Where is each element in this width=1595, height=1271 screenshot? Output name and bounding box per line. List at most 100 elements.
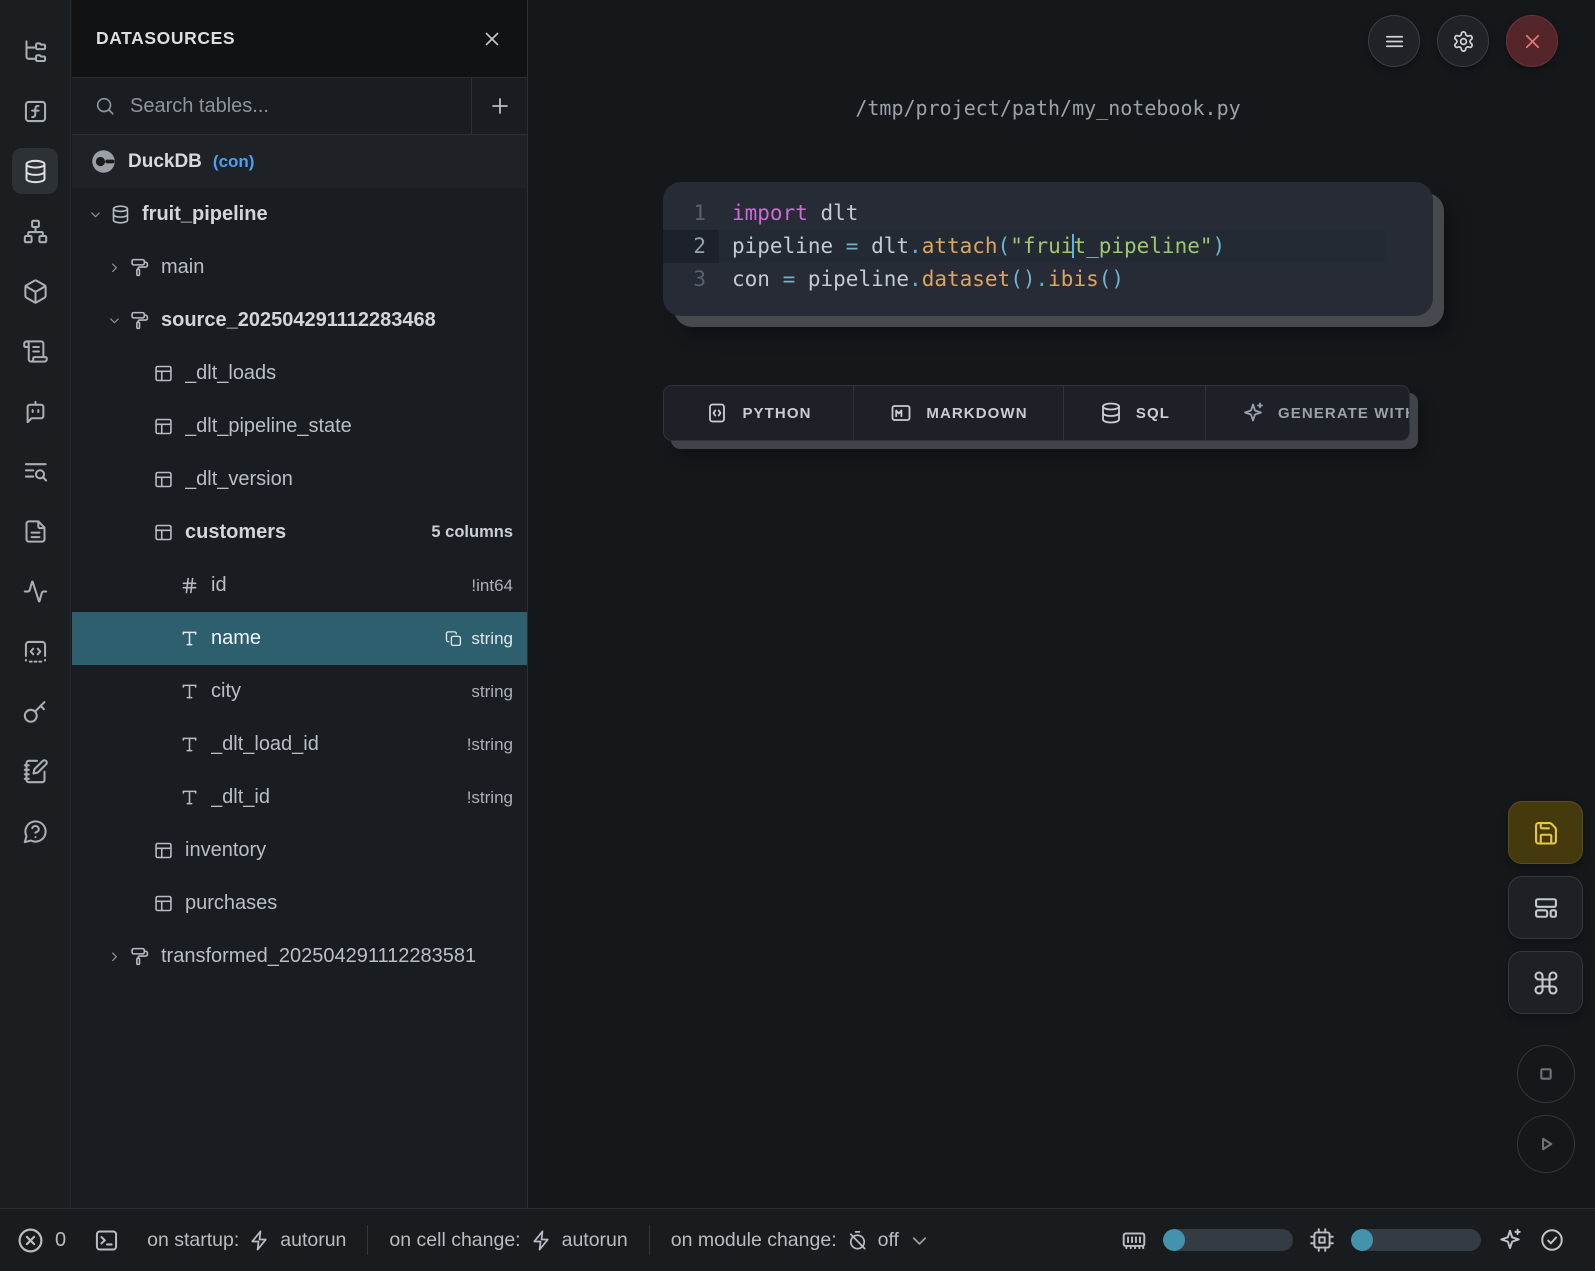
cpu-usage-meter[interactable] — [1351, 1229, 1481, 1251]
add-datasource-button[interactable] — [471, 78, 527, 134]
close-panel-icon[interactable] — [481, 28, 503, 50]
tree-item-type: string — [471, 629, 513, 649]
rail-item-file-tree[interactable] — [12, 28, 58, 74]
tree-item-id[interactable]: id!int64 — [72, 559, 527, 612]
rail-item-code-scratchpad[interactable] — [12, 628, 58, 674]
tree-item-type: !string — [467, 735, 513, 755]
add-cell-buttons: PYTHONMARKDOWNSQLGENERATE WITH AI — [663, 385, 1410, 441]
setting-value: autorun — [280, 1229, 346, 1252]
tree-item-city[interactable]: citystring — [72, 665, 527, 718]
panel-title: DATASOURCES — [96, 28, 235, 49]
code-line: 2pipeline = dlt.attach("fruit_pipeline") — [663, 230, 1433, 263]
rail-item-notebook-pen[interactable] — [12, 748, 58, 794]
scroll-text-icon — [22, 338, 49, 365]
function-square-icon — [22, 98, 49, 125]
key-icon — [22, 698, 49, 725]
check-circle-icon — [1539, 1227, 1565, 1253]
rail-item-help-chat[interactable] — [12, 808, 58, 854]
rail-item-activity[interactable] — [12, 568, 58, 614]
memory-usage-meter[interactable] — [1163, 1229, 1293, 1251]
type-t-icon — [179, 681, 200, 702]
setting-label: on cell change: — [389, 1229, 520, 1252]
run-button[interactable] — [1517, 1115, 1575, 1173]
rail-item-network[interactable] — [12, 208, 58, 254]
tree-item-label: transformed_202504291112283581 — [161, 945, 513, 968]
database-icon — [110, 204, 131, 225]
layout-panels-icon — [1532, 894, 1560, 922]
command-palette-button[interactable] — [1508, 951, 1583, 1014]
menu-button[interactable] — [1368, 15, 1420, 67]
rail-item-key[interactable] — [12, 688, 58, 734]
runtime-setting-1[interactable]: on startup:autorun — [147, 1229, 346, 1252]
tree-item-_dlt_loads[interactable]: _dlt_loads — [72, 347, 527, 400]
tree-item-_dlt_version[interactable]: _dlt_version — [72, 453, 527, 506]
tree-item-label: source_202504291112283468 — [161, 309, 513, 332]
sparkles-icon — [1497, 1227, 1523, 1253]
app-window: DATASOURCES DuckDB (con) fruit_pipelinem… — [0, 0, 1595, 1271]
rail-item-package-box[interactable] — [12, 268, 58, 314]
chevron-right-icon — [106, 260, 122, 275]
tree-item-label: customers — [185, 521, 431, 544]
code-content: pipeline = dlt.attach("fruit_pipeline") — [719, 230, 1387, 263]
play-triangle-icon — [1532, 1130, 1560, 1158]
tree-item-_dlt_load_id[interactable]: _dlt_load_id!string — [72, 718, 527, 771]
tree-item-_dlt_id[interactable]: _dlt_id!string — [72, 771, 527, 824]
tree-item-name[interactable]: name string — [72, 612, 527, 665]
layout-button[interactable] — [1508, 876, 1583, 939]
tree-item-label: id — [211, 574, 471, 597]
save-icon — [1532, 819, 1560, 847]
bot-chat-icon — [22, 398, 49, 425]
zap-icon — [248, 1229, 271, 1252]
settings-button[interactable] — [1437, 15, 1489, 67]
runtime-setting-3[interactable]: on module change:off — [671, 1229, 931, 1252]
connection-row-duckdb[interactable]: DuckDB (con) — [72, 135, 527, 188]
connection-label: DuckDB — [128, 151, 202, 173]
save-button[interactable] — [1508, 801, 1583, 864]
tree-item-inventory[interactable]: inventory — [72, 824, 527, 877]
rail-item-file-text[interactable] — [12, 508, 58, 554]
tree-item-label: city — [211, 680, 471, 703]
chevron-right-icon — [106, 949, 122, 964]
line-number: 1 — [663, 197, 719, 230]
terminal-button[interactable] — [93, 1227, 120, 1254]
status-left: 0 on startup:autorunon cell change:autor… — [0, 1225, 931, 1255]
datasource-tree: fruit_pipelinemain source_202504291112283… — [72, 188, 527, 983]
table-icon — [153, 469, 174, 490]
divider — [649, 1225, 650, 1255]
stop-button[interactable] — [1517, 1045, 1575, 1103]
tree-item-purchases[interactable]: purchases — [72, 877, 527, 930]
command-icon — [1532, 969, 1560, 997]
search-input[interactable] — [128, 94, 471, 119]
add-cell-markdown[interactable]: MARKDOWN — [854, 386, 1064, 440]
rail-item-bot-chat[interactable] — [12, 388, 58, 434]
markdown-icon — [889, 401, 913, 425]
help-chat-icon — [22, 818, 49, 845]
package-box-icon — [22, 278, 49, 305]
rail-item-scroll-text[interactable] — [12, 328, 58, 374]
tree-item-customers[interactable]: customers5 columns — [72, 506, 527, 559]
error-count: 0 — [55, 1229, 66, 1252]
code-cell[interactable]: 1import dlt2pipeline = dlt.attach("fruit… — [663, 182, 1433, 316]
rail-item-function-square[interactable] — [12, 88, 58, 134]
tree-item-label: main — [161, 256, 513, 279]
tree-item-fruit_pipeline[interactable]: fruit_pipeline — [72, 188, 527, 241]
add-cell-sql[interactable]: SQL — [1064, 386, 1206, 440]
add-cell-generate-with-ai[interactable]: GENERATE WITH AI — [1206, 386, 1410, 440]
tree-item-transformed_202504291112283581[interactable]: transformed_202504291112283581 — [72, 930, 527, 983]
shutdown-button[interactable] — [1506, 15, 1558, 67]
tree-item-label: name — [211, 627, 445, 650]
tree-item-meta: 5 columns — [431, 523, 513, 542]
check-circle-button[interactable] — [1539, 1227, 1565, 1253]
tree-item-main[interactable]: main — [72, 241, 527, 294]
rail-item-list-search[interactable] — [12, 448, 58, 494]
tree-item-source_202504291112283468[interactable]: source_202504291112283468 — [72, 294, 527, 347]
runtime-setting-2[interactable]: on cell change:autorun — [389, 1229, 627, 1252]
sparkles-button[interactable] — [1497, 1227, 1523, 1253]
runtime-settings: on startup:autorunon cell change:autorun… — [147, 1225, 931, 1255]
table-icon — [153, 416, 174, 437]
database-icon — [1099, 401, 1123, 425]
tree-item-_dlt_pipeline_state[interactable]: _dlt_pipeline_state — [72, 400, 527, 453]
add-cell-python[interactable]: PYTHON — [664, 386, 854, 440]
rail-item-database[interactable] — [12, 148, 58, 194]
error-indicator[interactable]: 0 — [16, 1226, 66, 1255]
